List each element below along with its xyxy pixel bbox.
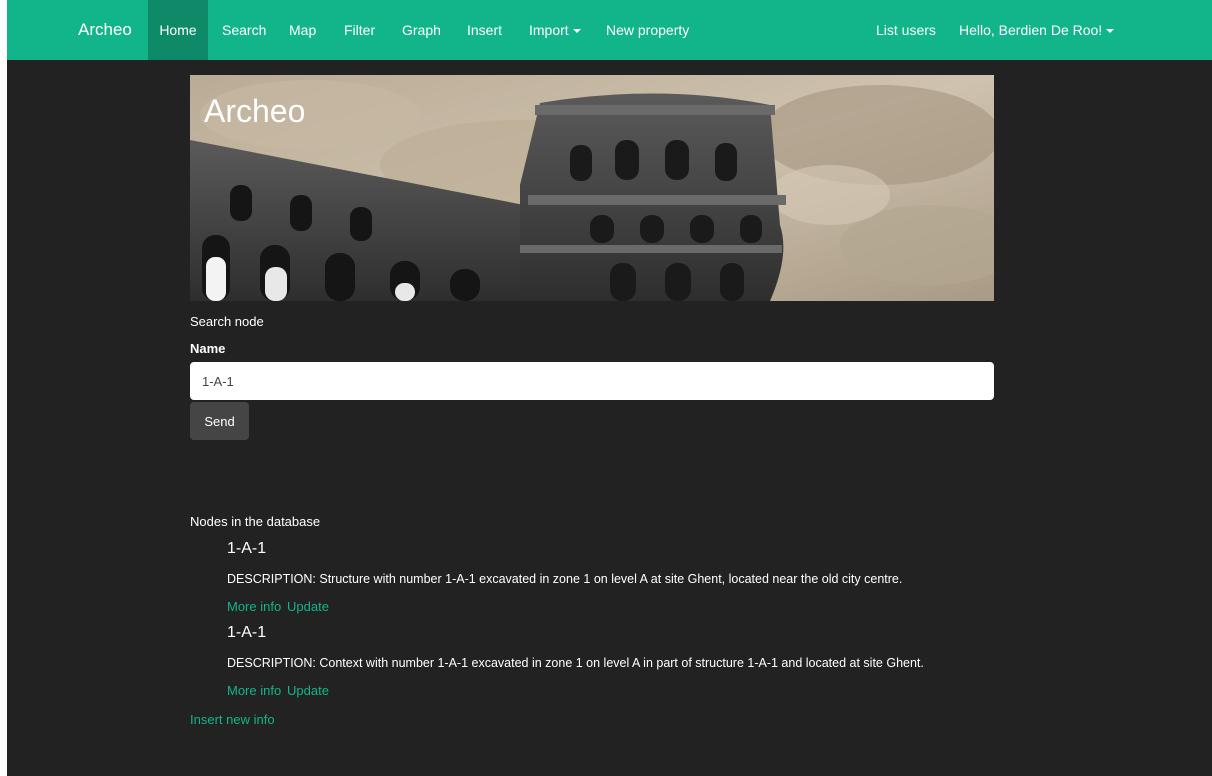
more-info-link[interactable]: More info: [227, 683, 281, 698]
nav-list-users[interactable]: List users: [876, 0, 936, 60]
insert-new-info-link[interactable]: Insert new info: [190, 712, 275, 727]
nav-graph[interactable]: Graph: [402, 0, 441, 60]
search-section-label: Search node: [190, 314, 264, 329]
nav-insert[interactable]: Insert: [467, 0, 502, 60]
nav-filter[interactable]: Filter: [344, 0, 375, 60]
name-field-label: Name: [190, 341, 226, 356]
hero-image: [190, 75, 994, 301]
node-description: DESCRIPTION: Structure with number 1-A-1…: [227, 572, 903, 586]
nav-import-label: Import: [529, 22, 569, 38]
node-title: 1-A-1: [227, 624, 267, 641]
update-link[interactable]: Update: [287, 683, 329, 698]
nav-new-property[interactable]: New property: [606, 0, 689, 60]
hero-title: Archeo: [204, 93, 306, 129]
chevron-down-icon: [572, 29, 581, 34]
user-greeting: Hello, Berdien De Roo!: [959, 22, 1103, 38]
nav-search[interactable]: Search: [222, 0, 266, 60]
nav-home[interactable]: Home: [148, 0, 208, 60]
node-title: 1-A-1: [227, 540, 267, 557]
nav-map[interactable]: Map: [289, 0, 316, 60]
nodes-heading: Nodes in the database: [190, 514, 321, 529]
brand-link[interactable]: Archeo: [78, 0, 132, 60]
more-info-link[interactable]: More info: [227, 599, 281, 614]
user-menu-dropdown[interactable]: Hello, Berdien De Roo!: [959, 0, 1115, 60]
top-navbar: Archeo Home Search Map Filter Graph Inse…: [7, 0, 1212, 60]
nav-import-dropdown[interactable]: Import: [529, 0, 581, 60]
page-frame: Archeo Home Search Map Filter Graph Inse…: [7, 0, 1212, 776]
node-description: DESCRIPTION: Context with number 1-A-1 e…: [227, 656, 924, 670]
update-link[interactable]: Update: [287, 599, 329, 614]
chevron-down-icon: [1106, 29, 1115, 34]
hero-banner: Archeo: [190, 75, 994, 301]
name-input[interactable]: [190, 362, 994, 400]
send-button[interactable]: Send: [190, 402, 249, 440]
